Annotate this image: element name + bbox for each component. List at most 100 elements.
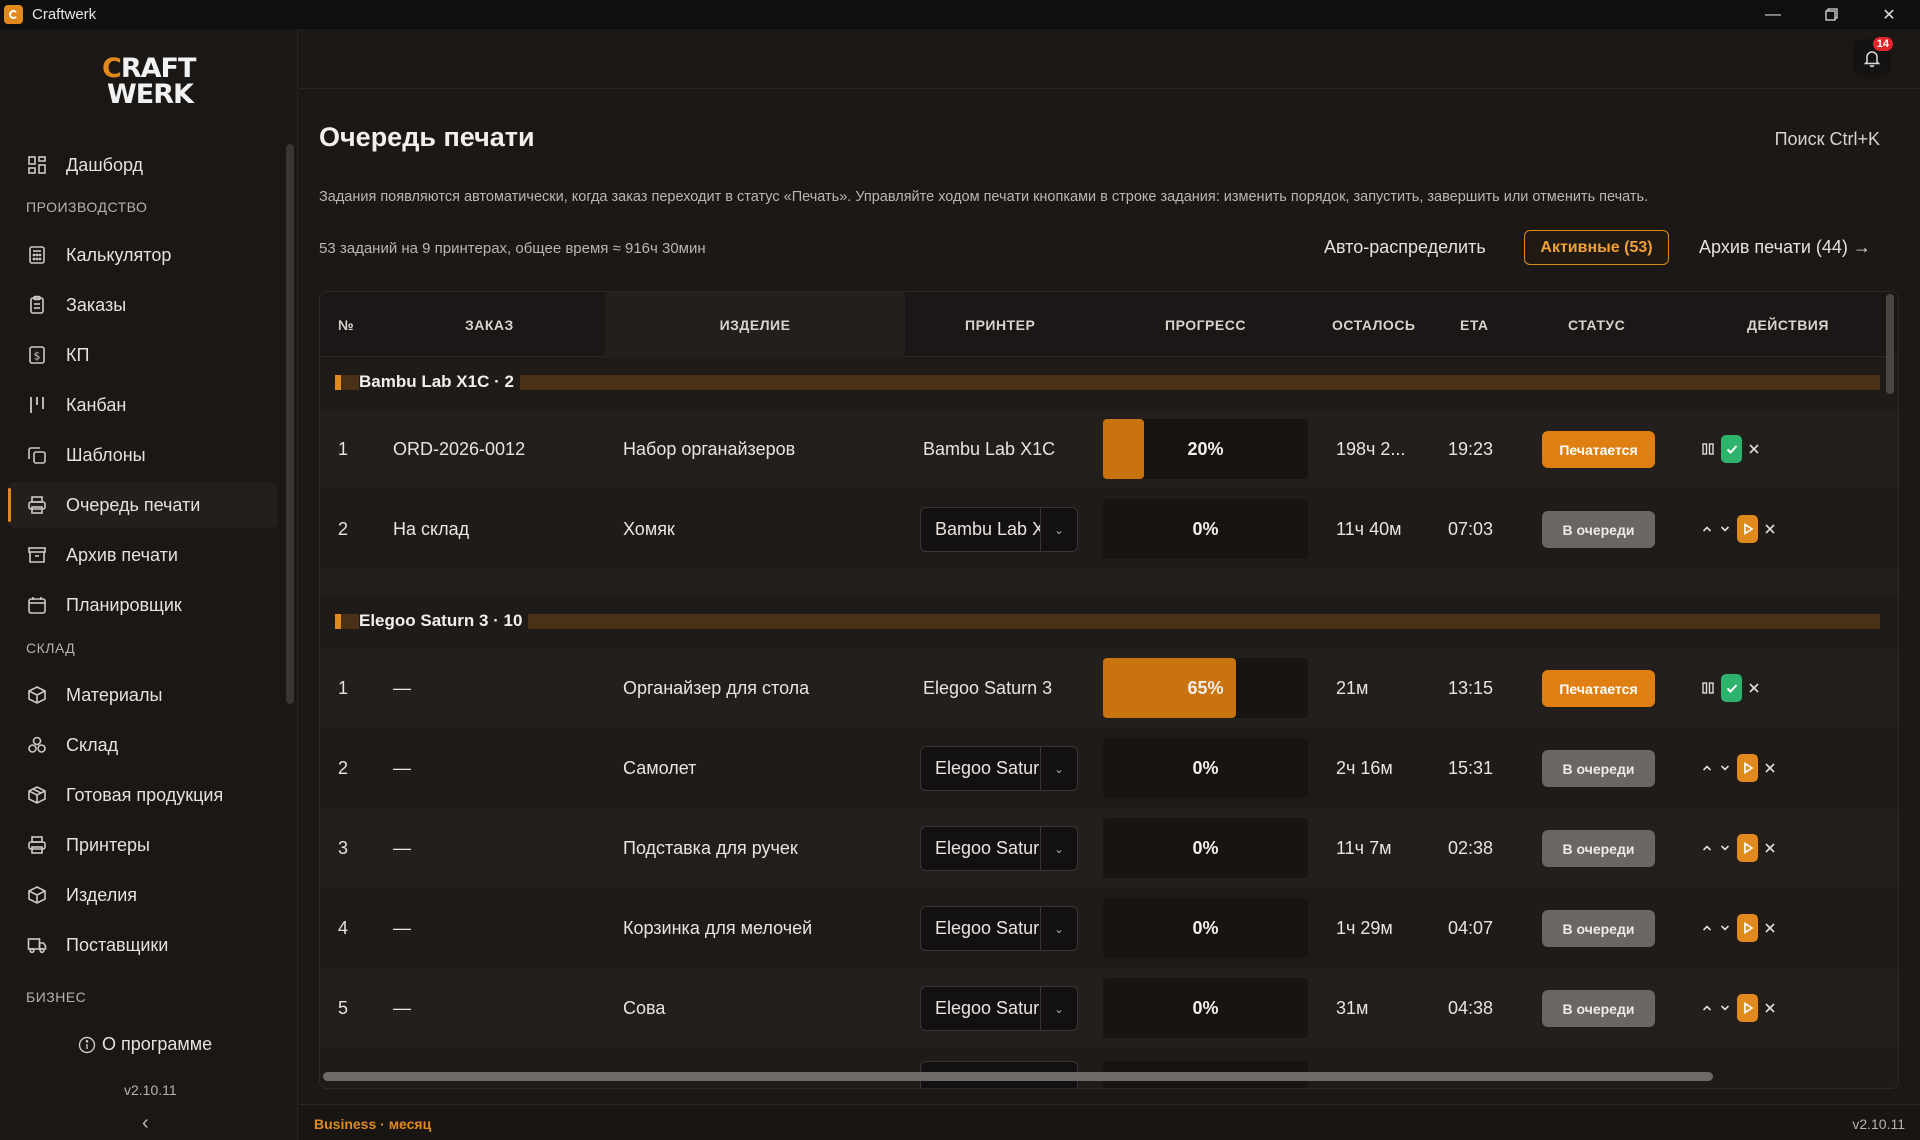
sidebar-item-print-queue[interactable]: Очередь печати	[8, 482, 278, 528]
progress-label: 0%	[1192, 518, 1219, 539]
row-actions	[1701, 649, 1760, 727]
cancel-icon[interactable]	[1748, 682, 1760, 694]
tab-active[interactable]: Активные (53)	[1524, 230, 1669, 265]
row-eta: 07:03	[1448, 518, 1494, 539]
sidebar-item-calculator[interactable]: Калькулятор	[8, 232, 278, 278]
sidebar-item-label: Планировщик	[66, 594, 182, 615]
group-header[interactable]: Bambu Lab X1C · 2	[335, 372, 1880, 392]
cancel-icon[interactable]	[1764, 762, 1776, 774]
row-remaining: 11ч 40м	[1336, 518, 1402, 539]
chevron-down-icon[interactable]: ⌄	[1040, 827, 1077, 870]
column-header-progress[interactable]: ПРОГРЕСС	[1165, 292, 1246, 357]
row-actions	[1701, 809, 1776, 887]
pause-icon[interactable]	[1701, 681, 1715, 695]
vertical-scrollbar[interactable]	[1886, 294, 1894, 394]
sidebar-item-dashboard[interactable]: Дашборд	[8, 142, 278, 188]
cancel-icon[interactable]	[1764, 1002, 1776, 1014]
sidebar-item-products[interactable]: Изделия	[8, 872, 278, 918]
printer-select[interactable]: Elegoo Saturn 3⌄	[920, 906, 1078, 951]
auto-distribute-button[interactable]: Авто-распределить	[1324, 237, 1486, 258]
cancel-icon[interactable]	[1764, 922, 1776, 934]
complete-button[interactable]	[1721, 674, 1742, 702]
chevron-down-icon[interactable]: ⌄	[1040, 987, 1077, 1030]
craftwerk-logo: CRAFT WERK	[102, 53, 196, 110]
row-number: 4	[338, 917, 349, 938]
printer-select[interactable]: Elegoo Saturn 3⌄	[920, 826, 1078, 871]
move-up-icon[interactable]	[1701, 842, 1713, 854]
sidebar-item-templates[interactable]: Шаблоны	[8, 432, 278, 478]
printer-select[interactable]: Elegoo Saturn 3⌄	[920, 986, 1078, 1031]
table-row: 3 — Подставка для ручек Elegoo Saturn 3⌄…	[320, 809, 1898, 887]
start-button[interactable]	[1737, 754, 1758, 782]
sidebar-item-finished-goods[interactable]: Готовая продукция	[8, 772, 278, 818]
row-order: —	[393, 757, 411, 778]
printer-select-value: Elegoo Saturn 3	[935, 918, 1041, 938]
progress-label: 65%	[1187, 677, 1224, 698]
notifications-button[interactable]: 14	[1853, 37, 1893, 77]
move-down-icon[interactable]	[1719, 523, 1731, 535]
status-badge: Печатается	[1542, 670, 1655, 707]
move-up-icon[interactable]	[1701, 922, 1713, 934]
column-header-status[interactable]: СТАТУС	[1568, 292, 1625, 357]
printer-select[interactable]: Elegoo Saturn 3⌄	[920, 746, 1078, 791]
print-archive-link[interactable]: Архив печати (44) →	[1699, 237, 1871, 258]
move-down-icon[interactable]	[1719, 1002, 1731, 1014]
group-header[interactable]: Elegoo Saturn 3 · 10	[335, 611, 1880, 631]
start-button[interactable]	[1737, 515, 1758, 543]
row-remaining: 31м	[1336, 997, 1369, 1018]
sidebar-item-print-archive[interactable]: Архив печати	[8, 532, 278, 578]
cancel-icon[interactable]	[1764, 842, 1776, 854]
horizontal-scrollbar[interactable]	[323, 1072, 1713, 1081]
row-eta: 15:31	[1448, 757, 1494, 778]
row-eta: 19:23	[1448, 438, 1494, 459]
about-link[interactable]: О программе	[78, 1034, 212, 1055]
pause-icon[interactable]	[1701, 442, 1715, 456]
move-up-icon[interactable]	[1701, 523, 1713, 535]
row-item: Самолет	[623, 757, 697, 778]
row-eta: 04:07	[1448, 917, 1494, 938]
printer-select-value: Elegoo Saturn 3	[935, 758, 1041, 778]
start-button[interactable]	[1737, 834, 1758, 862]
move-down-icon[interactable]	[1719, 922, 1731, 934]
move-up-icon[interactable]	[1701, 1002, 1713, 1014]
printer-select-value: Bambu Lab X1C	[935, 519, 1041, 539]
sidebar-item-printers[interactable]: Принтеры	[8, 822, 278, 868]
sidebar-item-suppliers[interactable]: Поставщики	[8, 922, 278, 968]
cancel-icon[interactable]	[1764, 523, 1776, 535]
move-up-icon[interactable]	[1701, 762, 1713, 774]
cube-icon	[26, 884, 48, 906]
column-header-order[interactable]: ЗАКАЗ	[465, 292, 514, 357]
row-remaining: 198ч 2...	[1336, 438, 1406, 459]
dashboard-icon	[26, 154, 48, 176]
sidebar-item-kanban[interactable]: Канбан	[8, 382, 278, 428]
chevron-down-icon[interactable]: ⌄	[1040, 747, 1077, 790]
sidebar-item-planner[interactable]: Планировщик	[8, 582, 278, 628]
move-down-icon[interactable]	[1719, 842, 1731, 854]
sidebar-item-orders[interactable]: Заказы	[8, 282, 278, 328]
start-button[interactable]	[1737, 994, 1758, 1022]
start-button[interactable]	[1737, 914, 1758, 942]
sidebar-item-materials[interactable]: Материалы	[8, 672, 278, 718]
complete-button[interactable]	[1721, 435, 1742, 463]
collapse-sidebar-icon[interactable]: ‹	[142, 1112, 149, 1135]
search-shortcut[interactable]: Поиск Ctrl+K	[1775, 129, 1880, 150]
chevron-down-icon[interactable]: ⌄	[1040, 907, 1077, 950]
column-header-printer[interactable]: ПРИНТЕР	[965, 292, 1035, 357]
cancel-icon[interactable]	[1748, 443, 1760, 455]
app-icon	[4, 5, 23, 24]
maximize-button[interactable]	[1802, 0, 1860, 29]
column-header-remaining[interactable]: ОСТАЛОСЬ	[1332, 292, 1416, 357]
sidebar-item-warehouse[interactable]: Склад	[8, 722, 278, 768]
move-down-icon[interactable]	[1719, 762, 1731, 774]
sidebar-scrollbar[interactable]	[286, 144, 294, 704]
chevron-down-icon[interactable]: ⌄	[1040, 508, 1077, 551]
minimize-button[interactable]: —	[1744, 0, 1802, 29]
column-header-item[interactable]: ИЗДЕЛИЕ	[605, 292, 905, 357]
close-window-button[interactable]: ✕	[1860, 0, 1918, 29]
about-label: О программе	[102, 1034, 213, 1054]
kanban-icon	[26, 394, 48, 416]
printer-select[interactable]: Bambu Lab X1C⌄	[920, 507, 1078, 552]
sidebar-item-quotes[interactable]: $ КП	[8, 332, 278, 378]
column-header-eta[interactable]: ETA	[1460, 292, 1488, 357]
column-header-number[interactable]: №	[338, 292, 354, 357]
